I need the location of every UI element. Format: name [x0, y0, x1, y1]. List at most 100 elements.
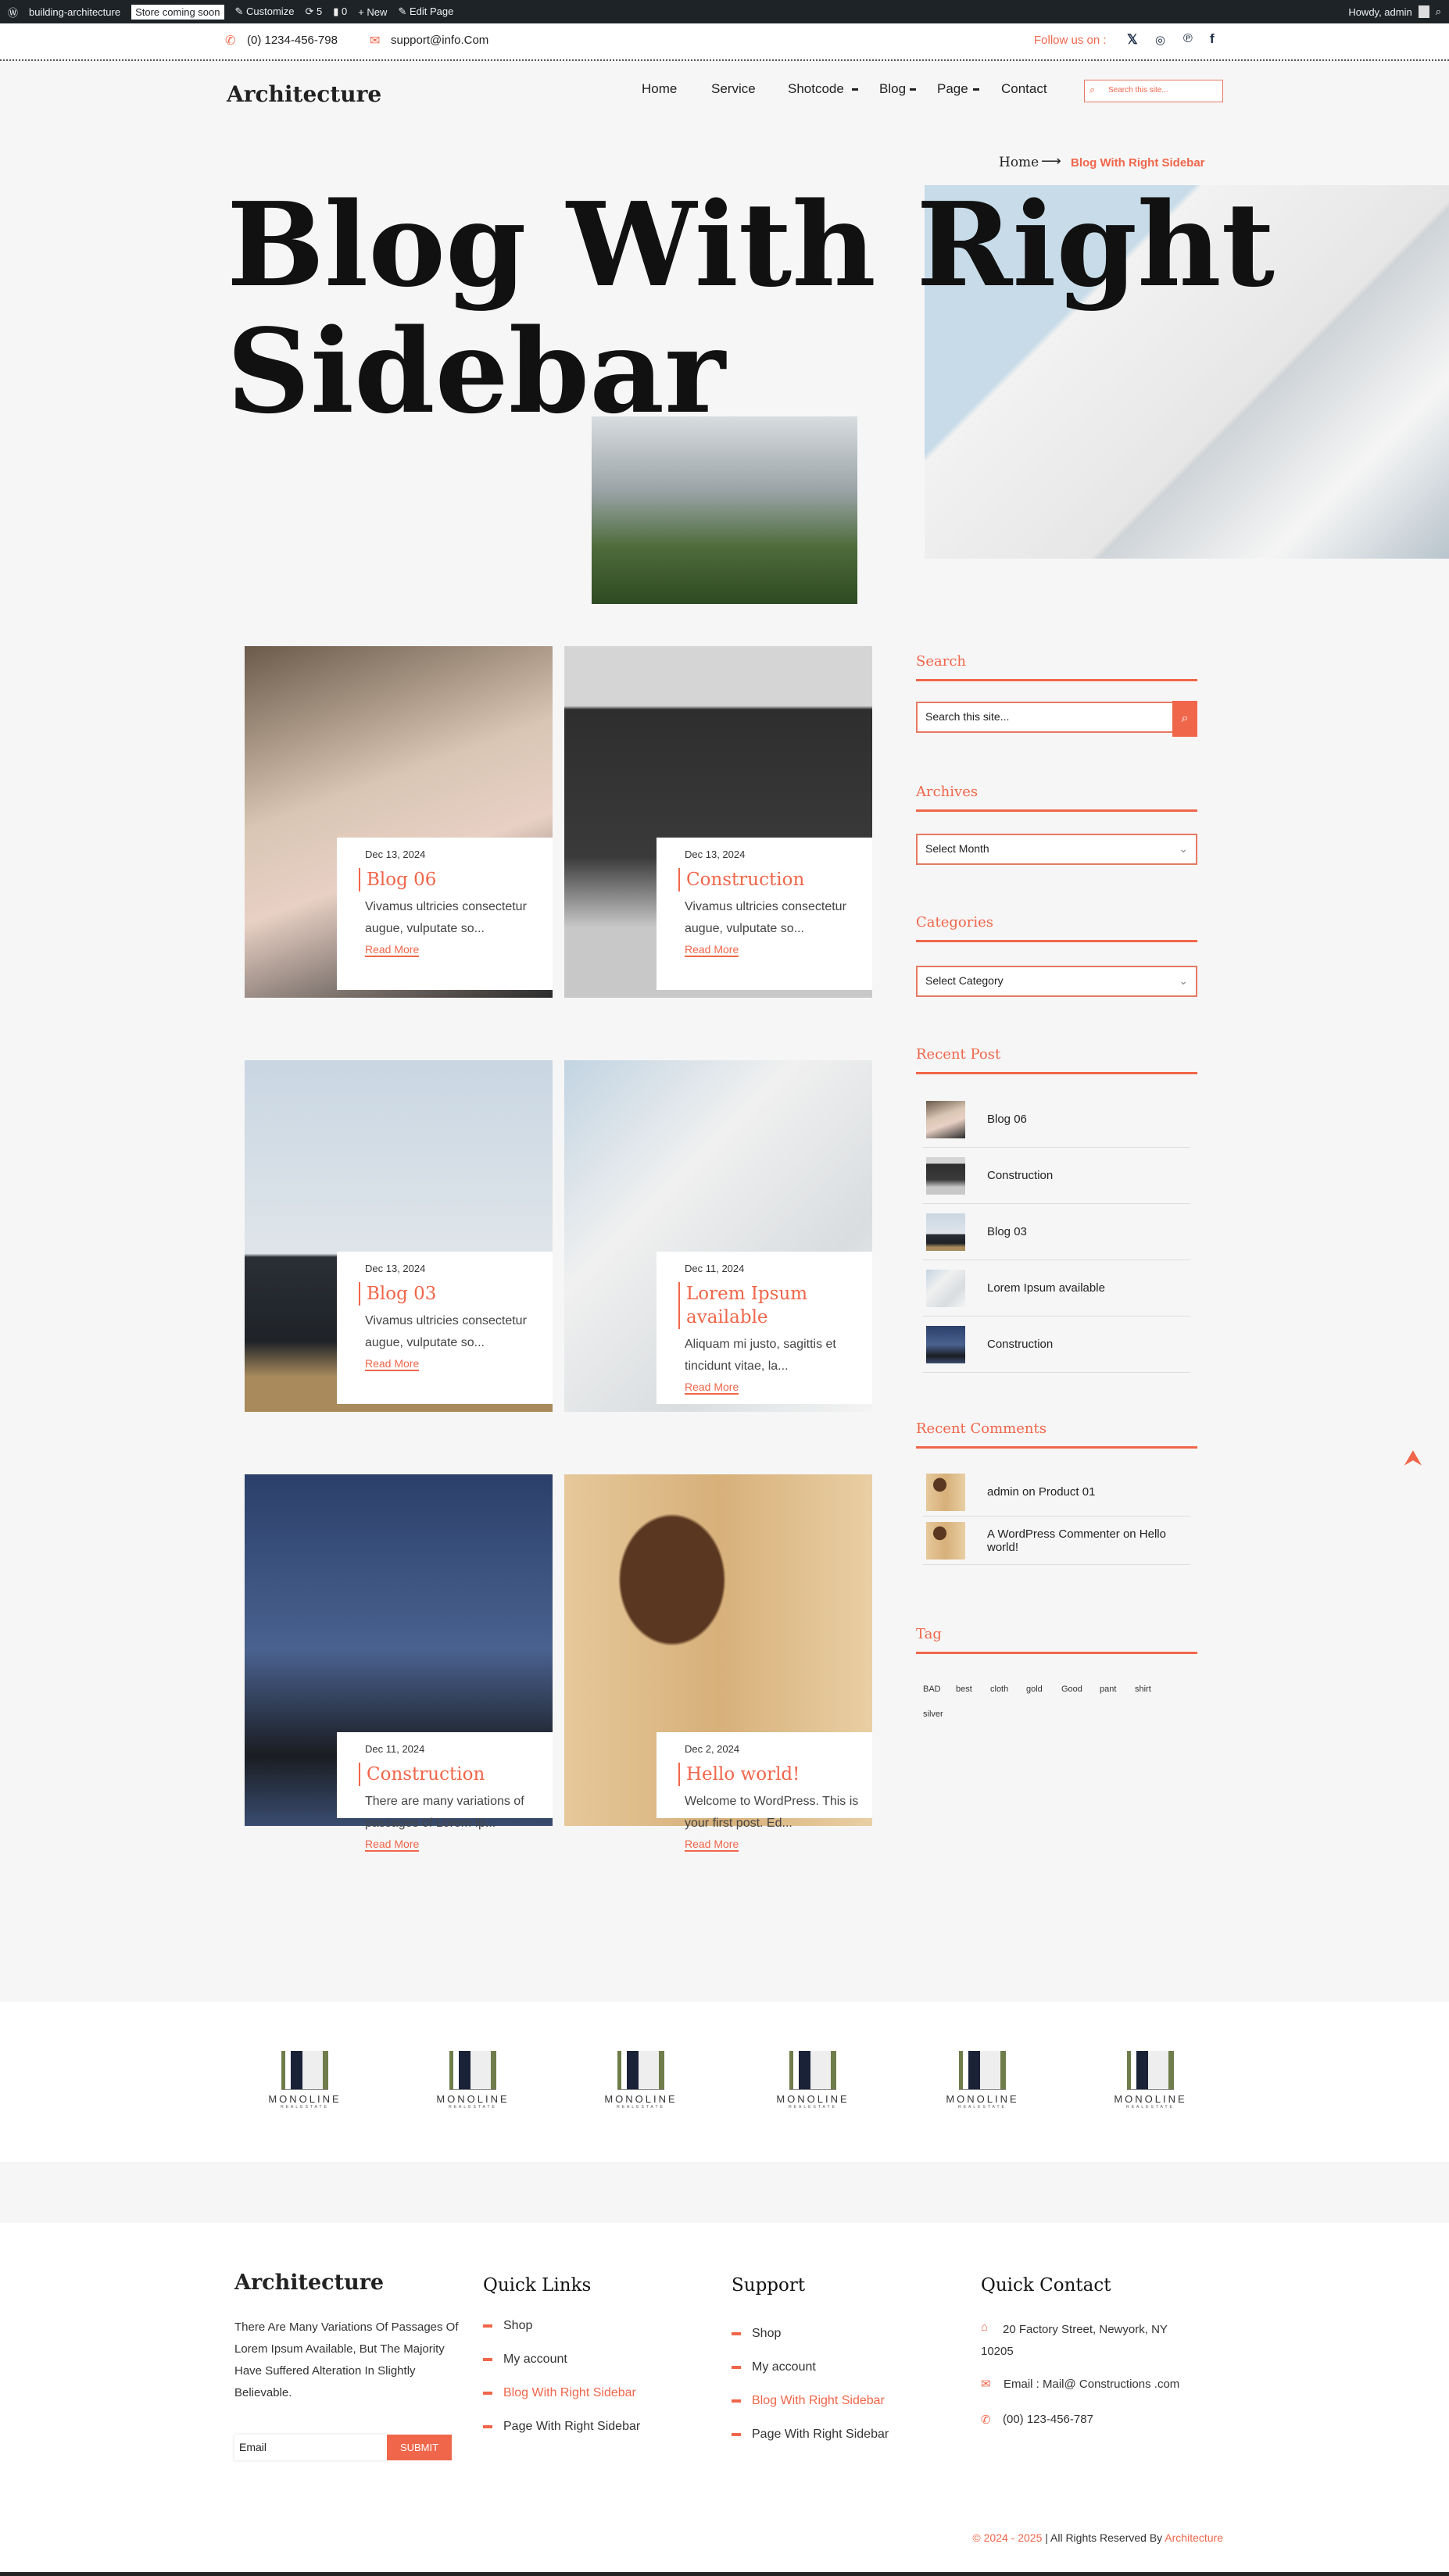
footer-email-input[interactable]: Email	[234, 2435, 387, 2460]
read-more-link[interactable]: Read More	[365, 1357, 420, 1371]
copyright-brand[interactable]: Architecture	[1165, 2531, 1223, 2544]
monoline-logo[interactable]: MONOLINE REALESTATE	[602, 2051, 680, 2121]
read-more-link[interactable]: Read More	[685, 1838, 739, 1852]
tag-link[interactable]: Good	[1061, 1685, 1082, 1694]
archives-select[interactable]: Select Month ⌄	[916, 834, 1197, 865]
logo-text: MONOLINE	[604, 2093, 678, 2105]
support-link[interactable]: Shop	[732, 2327, 781, 2341]
read-more-link[interactable]: Read More	[365, 1838, 420, 1852]
logo-subtext: REALESTATE	[617, 2105, 665, 2110]
tag-link[interactable]: shirt	[1135, 1685, 1151, 1694]
recent-post-item[interactable]: Lorem Ipsum available	[922, 1260, 1190, 1317]
wp-admin-bar: Ⓦ building-architecture Store coming soo…	[0, 0, 1449, 23]
post-title[interactable]: Hello world!	[678, 1763, 872, 1786]
instagram-icon[interactable]: ◎	[1155, 33, 1165, 47]
sidebar-search-button[interactable]: ⌕	[1172, 701, 1197, 737]
updates-count: 5	[316, 5, 323, 17]
building-logo-icon	[617, 2051, 664, 2090]
post-excerpt: Vivamus ultricies consectetur augue, vul…	[365, 900, 527, 935]
wordpress-icon[interactable]: Ⓦ	[8, 5, 18, 20]
read-more-link[interactable]: Read More	[685, 943, 739, 957]
dropdown-icon	[910, 88, 916, 91]
chevron-down-icon: ⌄	[1179, 842, 1188, 855]
tag-link[interactable]: gold	[1026, 1685, 1043, 1694]
edit-page-link[interactable]: ✎ Edit Page	[398, 5, 453, 18]
breadcrumb-home[interactable]: Home	[999, 155, 1039, 170]
site-logo[interactable]: Architecture	[227, 81, 381, 107]
chevron-down-icon: ⌄	[1179, 974, 1188, 987]
tag-link[interactable]: best	[956, 1685, 972, 1694]
header-search-input[interactable]: ⌕ Search this site...	[1084, 80, 1223, 102]
post-title[interactable]: Blog 03	[359, 1282, 553, 1306]
logo-text: MONOLINE	[1114, 2093, 1187, 2105]
search-widget-title: Search	[916, 653, 1197, 681]
coming-soon-badge[interactable]: Store coming soon	[131, 4, 224, 20]
recent-post-item[interactable]: Blog 03	[922, 1204, 1190, 1260]
mail-icon: ✉	[370, 34, 381, 48]
recent-post-title: Construction	[987, 1338, 1054, 1351]
monoline-logo[interactable]: MONOLINE REALESTATE	[774, 2051, 852, 2121]
nav-blog[interactable]: Blog	[879, 81, 906, 97]
quick-link[interactable]: My account	[483, 2353, 567, 2367]
bottom-border	[0, 2572, 1449, 2576]
back-to-top-icon[interactable]: ⮝	[1404, 1445, 1422, 1471]
monoline-logo[interactable]: MONOLINE REALESTATE	[266, 2051, 344, 2121]
updates-link[interactable]: ⟳ 5	[305, 5, 322, 18]
monoline-logo[interactable]: MONOLINE REALESTATE	[434, 2051, 512, 2121]
submit-button[interactable]: SUBMIT	[387, 2435, 452, 2460]
nav-service[interactable]: Service	[711, 81, 756, 97]
read-more-link[interactable]: Read More	[365, 943, 420, 957]
new-link[interactable]: + New	[358, 6, 387, 18]
nav-contact[interactable]: Contact	[1001, 81, 1047, 97]
footer-logo[interactable]: Architecture	[234, 2271, 384, 2295]
support-link[interactable]: Blog With Right Sidebar	[732, 2394, 885, 2408]
post-title[interactable]: Lorem Ipsum available	[678, 1282, 872, 1329]
howdy-link[interactable]: Howdy, admin	[1348, 6, 1411, 18]
quick-link[interactable]: Blog With Right Sidebar	[483, 2386, 636, 2400]
support-link[interactable]: Page With Right Sidebar	[732, 2428, 889, 2442]
nav-home[interactable]: Home	[642, 81, 677, 97]
facebook-icon[interactable]: f	[1210, 31, 1215, 47]
tag-link[interactable]: pant	[1100, 1685, 1116, 1694]
post-title[interactable]: Blog 06	[359, 868, 553, 891]
post-card: Dec 13, 2024 Blog 06 Vivamus ultricies c…	[337, 838, 553, 990]
search-icon[interactable]: ⌕	[1436, 5, 1441, 18]
pinterest-icon[interactable]: ℗	[1183, 32, 1193, 46]
customize-link[interactable]: ✎ Customize	[235, 5, 295, 18]
support-title: Support	[732, 2275, 806, 2296]
recent-post-item[interactable]: Blog 06	[922, 1091, 1190, 1148]
contact-address: 20 Factory Street, Newyork, NY 10205	[981, 2323, 1168, 2358]
post-title[interactable]: Construction	[678, 868, 872, 891]
topbar-email[interactable]: support@info.Com	[391, 34, 488, 47]
recent-post-item[interactable]: Construction	[922, 1317, 1190, 1373]
post-excerpt: Welcome to WordPress. This is your first…	[685, 1795, 859, 1830]
categories-select[interactable]: Select Category ⌄	[916, 966, 1197, 997]
post-title[interactable]: Construction	[359, 1763, 553, 1786]
admin-site-link[interactable]: building-architecture	[29, 6, 120, 18]
contact-phone: (00) 123-456-787	[1003, 2413, 1093, 2426]
sidebar-search-input[interactable]: Search this site...	[916, 702, 1174, 733]
support-link[interactable]: My account	[732, 2360, 816, 2374]
copyright-text: | All Rights Reserved By	[1042, 2531, 1165, 2544]
monoline-logo[interactable]: MONOLINE REALESTATE	[943, 2051, 1021, 2121]
recent-comment-item[interactable]: admin on Product 01	[922, 1468, 1190, 1517]
nav-shotcode[interactable]: Shotcode	[788, 81, 844, 97]
avatar[interactable]	[1418, 5, 1429, 18]
nav-page[interactable]: Page	[937, 81, 968, 97]
quick-link[interactable]: Page With Right Sidebar	[483, 2420, 640, 2434]
building-logo-icon	[281, 2051, 328, 2090]
recent-post-title: Blog 06	[987, 1113, 1027, 1126]
recent-post-item[interactable]: Construction	[922, 1148, 1190, 1204]
top-info-bar: ✆ (0) 1234-456-798 ✉ support@info.Com Fo…	[0, 23, 1449, 61]
monoline-logo[interactable]: MONOLINE REALESTATE	[1111, 2051, 1190, 2121]
tag-link[interactable]: cloth	[990, 1685, 1008, 1694]
phone-icon: ✆	[981, 2413, 991, 2427]
tag-link[interactable]: BAD	[923, 1685, 941, 1694]
quick-link[interactable]: Shop	[483, 2319, 532, 2333]
tag-link[interactable]: silver	[923, 1710, 943, 1719]
comments-link[interactable]: ▮ 0	[333, 5, 347, 18]
x-twitter-icon[interactable]: 𝕏	[1127, 32, 1138, 48]
recent-comment-item[interactable]: A WordPress Commenter on Hello world!	[922, 1517, 1190, 1565]
logo-text: MONOLINE	[268, 2093, 342, 2105]
read-more-link[interactable]: Read More	[685, 1381, 739, 1395]
